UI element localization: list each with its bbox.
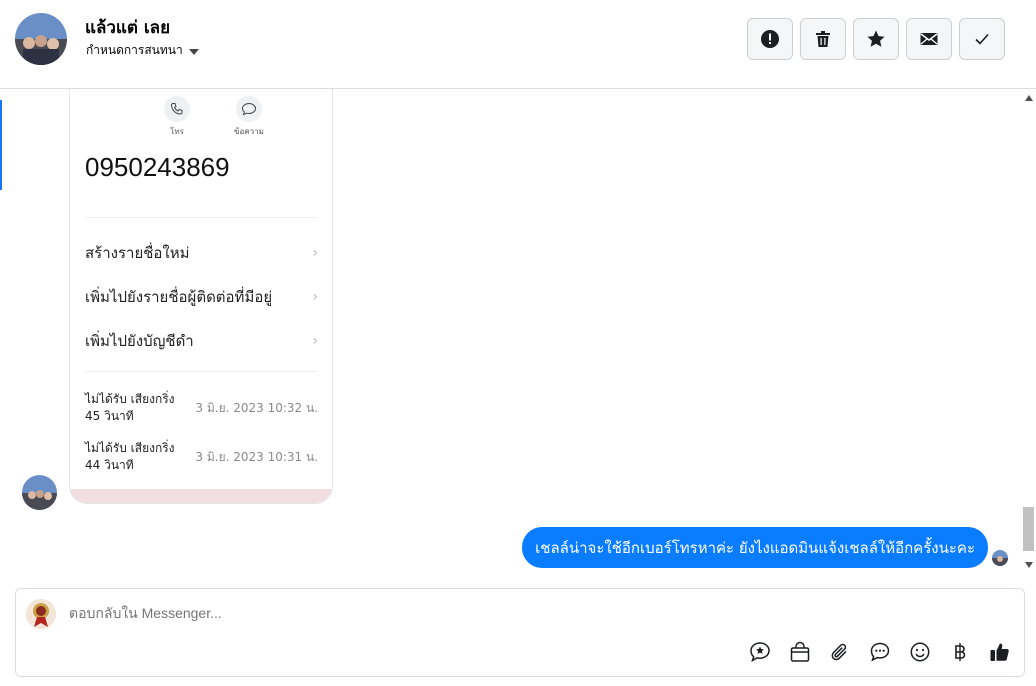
chevron-right-icon: › [312, 333, 318, 349]
call-log-item: ไม่ได้รับ เสียงกริ่ง 45 วินาที 3 มิ.ย. 2… [85, 391, 318, 425]
saved-reply-icon [749, 641, 770, 662]
reply-composer [15, 588, 1025, 677]
assign-label: กำหนดการสนทนา [86, 43, 183, 57]
sender-avatar [22, 475, 57, 510]
faq-button[interactable] [867, 639, 892, 664]
trash-icon [816, 31, 830, 47]
divider [85, 371, 317, 372]
reply-input[interactable] [69, 605, 669, 621]
attach-button[interactable] [827, 639, 852, 664]
caret-down-icon [188, 48, 199, 55]
call-label: โทร [170, 127, 184, 136]
phone-icon [170, 103, 183, 115]
mark-unread-button[interactable] [906, 18, 952, 60]
contact-avatar[interactable] [15, 13, 67, 65]
page-avatar [26, 599, 56, 629]
phone-nav-bar [70, 489, 332, 503]
sms-label: ข้อความ [234, 127, 264, 136]
envelope-icon [920, 33, 938, 45]
report-button[interactable] [747, 18, 793, 60]
call-date: 3 มิ.ย. 2023 10:32 น. [195, 400, 318, 415]
scroll-down-arrow[interactable] [1025, 562, 1033, 568]
option-label: สร้างรายชื่อใหม่ [85, 244, 190, 262]
contact-name: แล้วแต่ เลย [85, 18, 171, 38]
message-thread: โทร ข้อความ 0950243869 สร้างรายชื่อใหม่ … [0, 89, 1036, 574]
exclamation-icon [761, 30, 779, 48]
scroll-up-arrow[interactable] [1025, 95, 1033, 101]
delete-button[interactable] [800, 18, 846, 60]
image-attachment[interactable]: โทร ข้อความ 0950243869 สร้างรายชื่อใหม่ … [69, 89, 333, 504]
option-add-existing: เพิ่มไปยังรายชื่อผู้ติดต่อที่มีอยู่ › [85, 285, 318, 309]
conversation-header: แล้วแต่ เลย กำหนดการสนทนา [0, 0, 1036, 89]
call-duration: 44 วินาที [85, 458, 134, 472]
mark-done-button[interactable] [959, 18, 1005, 60]
check-icon [975, 33, 989, 45]
call-action: โทร [158, 96, 196, 138]
payment-button[interactable] [947, 639, 972, 664]
phone-number: 0950243869 [85, 152, 230, 182]
star-button[interactable] [853, 18, 899, 60]
chat-bubble-icon [241, 102, 257, 116]
sms-action: ข้อความ [230, 96, 268, 138]
emoji-button[interactable] [907, 639, 932, 664]
faq-icon [870, 642, 889, 661]
option-label: เพิ่มไปยังรายชื่อผู้ติดต่อที่มีอยู่ [85, 288, 273, 306]
shop-button[interactable] [787, 639, 812, 664]
composer-tools [747, 639, 1012, 664]
call-status: ไม่ได้รับ เสียงกริ่ง [85, 392, 175, 406]
like-button[interactable] [987, 639, 1012, 664]
conversation-assign-dropdown[interactable]: กำหนดการสนทนา [86, 41, 199, 60]
emoji-icon [910, 642, 929, 661]
shop-bag-icon [790, 641, 809, 662]
star-icon [867, 30, 885, 47]
baht-icon [954, 642, 965, 661]
call-status: ไม่ได้รับ เสียงกริ่ง [85, 441, 175, 455]
option-label: เพิ่มไปยังบัญชีดำ [85, 332, 194, 350]
like-icon [990, 643, 1009, 661]
option-blacklist: เพิ่มไปยังบัญชีดำ › [85, 329, 318, 353]
call-duration: 45 วินาที [85, 409, 134, 423]
scroll-thumb[interactable] [1023, 507, 1034, 551]
chevron-right-icon: › [312, 245, 318, 261]
option-new-contact: สร้างรายชื่อใหม่ › [85, 241, 318, 265]
call-log-item: ไม่ได้รับ เสียงกริ่ง 44 วินาที 3 มิ.ย. 2… [85, 440, 318, 474]
call-date: 3 มิ.ย. 2023 10:31 น. [195, 449, 318, 464]
thread-scrollbar[interactable] [1021, 89, 1036, 574]
outgoing-message[interactable]: เชลล์น่าจะใช้อีกเบอร์โทรหาค่ะ ยังไงแอดมิ… [522, 527, 988, 568]
seen-avatar [992, 550, 1008, 566]
contact-action-row: โทร ข้อความ [158, 96, 268, 138]
saved-reply-button[interactable] [747, 639, 772, 664]
divider [85, 217, 317, 218]
attach-icon [831, 643, 847, 660]
header-actions [747, 18, 1005, 60]
chevron-right-icon: › [312, 289, 318, 305]
